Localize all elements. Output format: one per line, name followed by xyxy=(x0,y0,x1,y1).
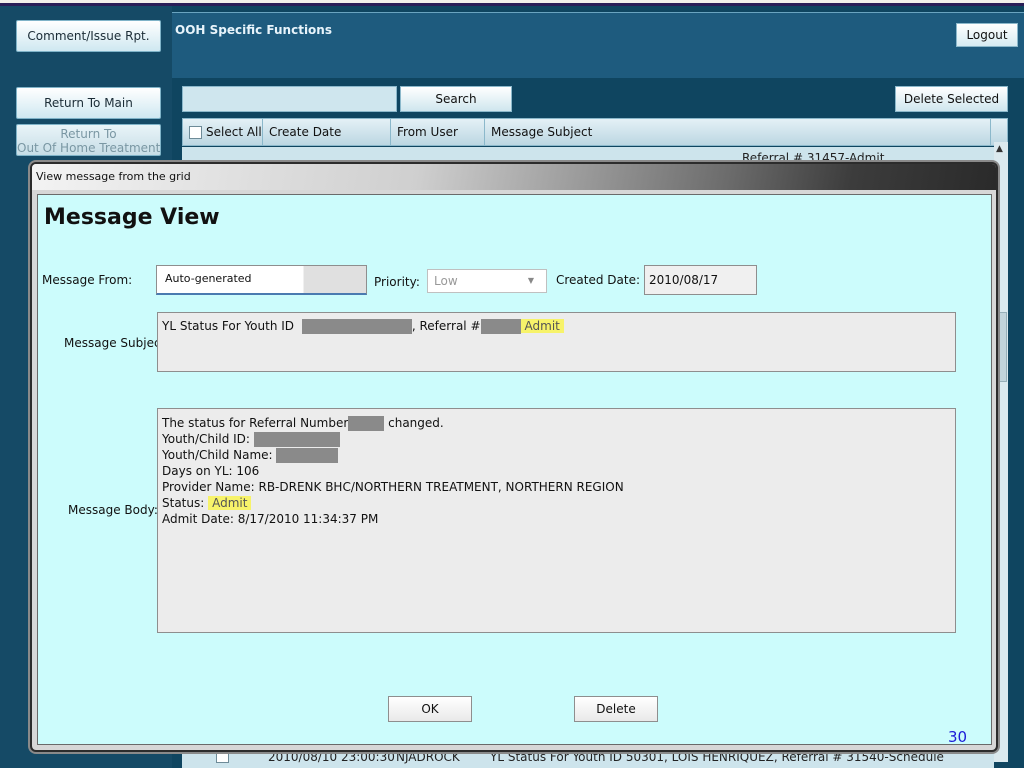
dialog-titlebar[interactable]: View message from the grid xyxy=(32,164,996,190)
message-subject-label: Message Subject: xyxy=(64,336,170,350)
message-body-label: Message Body: xyxy=(68,503,158,517)
priority-value: Low xyxy=(434,274,458,288)
redacted-referral-number xyxy=(348,416,385,431)
created-date-label: Created Date: xyxy=(556,273,641,287)
body-status-highlight: Admit xyxy=(208,496,252,510)
body-line-admit-date: Admit Date: 8/17/2010 11:34:37 PM xyxy=(162,512,379,526)
body-line-status: Status: Admit xyxy=(162,495,951,511)
redacted-youth-id xyxy=(253,432,340,447)
dialog-title: View message from the grid xyxy=(36,170,191,183)
redacted-referral-number xyxy=(480,319,521,334)
message-subject-field[interactable]: YL Status For Youth ID , Referral # Admit xyxy=(157,312,956,372)
search-input[interactable] xyxy=(182,86,397,112)
return-to-main-button[interactable]: Return To Main xyxy=(16,87,161,119)
ok-button[interactable]: OK xyxy=(388,696,472,722)
row-date: 2010/08/10 23:00:30 xyxy=(268,750,395,764)
scroll-up-icon[interactable]: ▲ xyxy=(996,144,1003,154)
select-all-checkbox[interactable] xyxy=(189,126,202,139)
subject-status-highlight: Admit xyxy=(520,319,564,333)
create-date-header[interactable]: Create Date xyxy=(263,119,391,145)
body-line-referral: The status for Referral Number changed. xyxy=(162,416,444,431)
search-button[interactable]: Search xyxy=(400,86,512,112)
delete-selected-button[interactable]: Delete Selected xyxy=(895,86,1008,112)
message-view-dialog: View message from the grid Message View … xyxy=(30,162,998,752)
message-view-heading: Message View xyxy=(44,205,220,230)
body-line-youth-name: Youth/Child Name: xyxy=(162,447,951,463)
delete-button[interactable]: Delete xyxy=(574,696,658,722)
page-number: 30 xyxy=(948,728,968,746)
return-to-ooh-button[interactable]: Return To Out Of Home Treatment xyxy=(16,124,161,156)
body-line-youth-id: Youth/Child ID: xyxy=(162,431,951,447)
header-title: OOH Specific Functions xyxy=(175,23,332,37)
subject-prefix: YL Status For Youth ID xyxy=(162,319,295,333)
logout-button[interactable]: Logout xyxy=(956,23,1018,47)
priority-label: Priority: xyxy=(374,275,420,289)
dialog-body: Message View Message From: Auto-generate… xyxy=(37,194,992,746)
redacted-youth-name xyxy=(276,448,339,463)
message-subject-header[interactable]: Message Subject xyxy=(485,119,991,145)
comment-issue-button[interactable]: Comment/Issue Rpt. xyxy=(16,20,161,52)
chevron-down-icon: ▼ xyxy=(527,276,534,285)
return-to-ooh-line1: Return To xyxy=(60,127,117,141)
row-user: NJADROCK xyxy=(396,750,460,764)
select-all-header[interactable]: Select All xyxy=(183,119,263,145)
subject-mid: , Referral # xyxy=(411,319,481,333)
message-from-field[interactable]: Auto-generated xyxy=(156,265,367,295)
ooh-header: OOH Specific Functions Logout xyxy=(172,12,1024,78)
message-body-field[interactable]: The status for Referral Number changed. … xyxy=(157,408,956,633)
grid-header: Select All Create Date From User Message… xyxy=(182,118,1008,146)
created-date-field[interactable]: 2010/08/17 xyxy=(644,265,757,295)
body-line-days: Days on YL: 106 xyxy=(162,464,260,478)
return-to-ooh-line2: Out Of Home Treatment xyxy=(17,141,161,155)
message-from-label: Message From: xyxy=(42,273,133,287)
body-line-provider: Provider Name: RB-DRENK BHC/NORTHERN TRE… xyxy=(162,480,624,494)
redacted-youth-id xyxy=(301,319,412,334)
priority-select[interactable]: Low ▼ xyxy=(427,269,547,293)
row-subject: YL Status For Youth ID 50301, LOIS HENRI… xyxy=(490,750,944,764)
from-user-header[interactable]: From User xyxy=(391,119,485,145)
